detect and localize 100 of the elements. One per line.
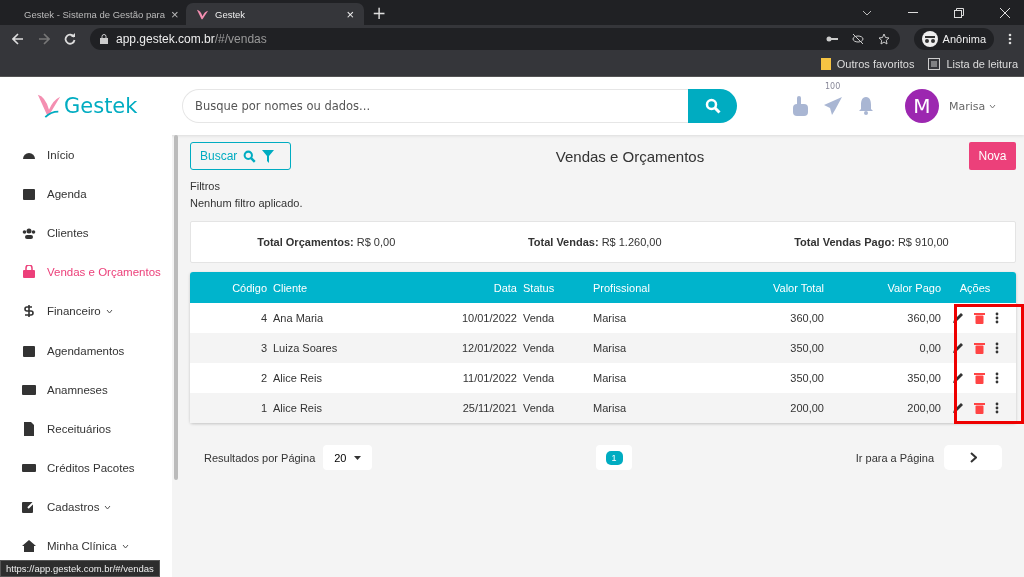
butterfly-icon — [196, 7, 209, 21]
sidebar-item[interactable]: Receituários — [0, 409, 172, 449]
page-title: Vendas e Orçamentos — [555, 147, 705, 165]
trash-icon[interactable] — [973, 402, 985, 414]
avatar[interactable]: M — [905, 89, 939, 123]
kebab-menu-icon[interactable] — [994, 402, 999, 414]
sidebar-item[interactable]: Financeiro — [0, 291, 172, 331]
sidebar-item[interactable]: Anamneses — [0, 370, 172, 410]
table-cell-text: Alice Reis — [272, 402, 323, 414]
pencil-icon[interactable] — [951, 312, 964, 324]
pencil-icon[interactable] — [951, 402, 964, 414]
per-page-label: Resultados por Página — [204, 451, 316, 464]
filters-text: Nenhum filtro aplicado. — [190, 196, 304, 211]
sidebar-item[interactable]: Vendas e Orçamentos — [0, 252, 172, 292]
column-header: Ações — [958, 281, 992, 294]
star-icon[interactable] — [877, 32, 890, 45]
table-cell-text: 25/11/2021 — [461, 402, 518, 414]
sidebar-item[interactable]: Agendamentos — [0, 330, 172, 371]
table-cell-text: 0,00 — [918, 342, 942, 354]
back-arrow-icon[interactable] — [12, 32, 24, 45]
sidebar-item[interactable]: Cadastros — [0, 487, 172, 527]
eye-slash-icon[interactable] — [851, 33, 864, 44]
new-button[interactable]: Nova — [969, 142, 1016, 170]
forward-arrow-icon[interactable] — [38, 32, 50, 45]
column-header: Profissional — [592, 281, 651, 294]
table-cell-text: Venda — [522, 312, 556, 324]
pencil-icon[interactable] — [951, 372, 964, 384]
table-cell-text: 360,00 — [789, 312, 825, 324]
trash-icon[interactable] — [973, 312, 985, 324]
column-header: Data — [492, 281, 518, 294]
calendar-icon — [22, 186, 36, 201]
trash-icon[interactable] — [973, 342, 985, 354]
table-cell-text: 11/01/2022 — [461, 372, 518, 384]
column-header: Status — [522, 281, 556, 294]
card-icon — [22, 382, 36, 397]
calendar-icon — [22, 343, 36, 358]
minimize-icon[interactable] — [908, 11, 918, 14]
caret-icon — [354, 455, 362, 460]
table-cell-text: 200,00 — [789, 402, 825, 414]
table-cell-text: Marisa — [592, 312, 627, 324]
profile-button[interactable]: Anônima — [913, 27, 994, 50]
notification-count: 100 — [824, 82, 842, 91]
table-cell-text: 2 — [259, 372, 268, 384]
search-button[interactable] — [688, 89, 737, 123]
column-header: Valor Total — [772, 281, 825, 294]
home-icon — [22, 539, 36, 554]
sidebar-item[interactable]: Início — [0, 135, 172, 175]
column-header: Valor Pago — [886, 281, 942, 294]
kebab-menu-icon[interactable] — [994, 372, 999, 384]
butterfly-icon — [36, 93, 62, 119]
column-header: Cliente — [272, 281, 309, 294]
table-cell-text: 350,00 — [789, 372, 825, 384]
table-cell-text: 360,00 — [906, 312, 942, 324]
folder-icon — [820, 58, 831, 70]
table-cell-text: 4 — [259, 312, 268, 324]
table-cell-text: Alice Reis — [272, 372, 323, 384]
sidebar-item[interactable]: Créditos Pacotes — [0, 448, 172, 488]
address-field[interactable]: app.gestek.com.br/#/vendas — [90, 27, 900, 50]
pencil-icon[interactable] — [951, 342, 964, 354]
browser-tab[interactable]: Gestek - Sistema de Gestão para × — [8, 3, 186, 25]
table-cell-text: Marisa — [592, 342, 627, 354]
kebab-menu-icon[interactable] — [994, 342, 999, 354]
incognito-icon — [921, 30, 938, 47]
close-icon[interactable] — [1000, 7, 1010, 18]
table-cell-text: Venda — [522, 402, 556, 414]
chevron-right-icon — [969, 452, 977, 463]
table-cell-text: 200,00 — [906, 402, 942, 414]
close-icon[interactable]: × — [171, 6, 179, 22]
new-tab-button[interactable]: + — [372, 3, 387, 23]
table-cell-text: 10/01/2022 — [460, 312, 518, 324]
bag-icon — [22, 265, 36, 280]
table-cell-text: 350,00 — [789, 342, 825, 354]
kebab-menu-icon[interactable] — [1008, 32, 1012, 45]
reading-list-button[interactable]: Lista de leitura — [928, 58, 1018, 70]
sidebar-item[interactable]: Agenda — [0, 174, 172, 214]
total-text: Total Vendas: R$ 1.260,00 — [527, 236, 662, 248]
table-cell-text: 12/01/2022 — [460, 342, 518, 354]
key-icon[interactable] — [825, 34, 838, 43]
total-text: Total Orçamentos: R$ 0,00 — [257, 236, 396, 248]
sidebar-item[interactable]: Clientes — [0, 213, 172, 253]
total-text: Total Vendas Pago: R$ 910,00 — [794, 236, 949, 248]
lock-icon — [100, 33, 108, 44]
table-cell-text: Marisa — [592, 372, 627, 384]
kebab-menu-icon[interactable] — [994, 312, 999, 324]
column-header: Código — [231, 281, 268, 294]
browser-tab[interactable]: Gestek × — [186, 3, 364, 25]
dollar-icon — [22, 304, 36, 319]
user-menu[interactable]: Marisa — [949, 99, 997, 113]
bookmark-folder[interactable]: Outros favoritos — [820, 58, 915, 70]
list-icon — [928, 58, 941, 70]
close-icon[interactable]: × — [346, 6, 354, 22]
restore-icon[interactable] — [954, 7, 964, 18]
trash-icon[interactable] — [973, 372, 985, 384]
table-cell-text: 1 — [259, 402, 268, 414]
reload-icon[interactable] — [64, 32, 76, 45]
per-page-dropdown[interactable]: 20 — [323, 445, 373, 470]
chevron-down-icon[interactable] — [862, 9, 872, 16]
filters-label: Filtros — [190, 179, 221, 194]
search-field[interactable]: Busque por nomes ou dados... — [182, 89, 688, 123]
table-cell-text: Marisa — [592, 402, 627, 414]
